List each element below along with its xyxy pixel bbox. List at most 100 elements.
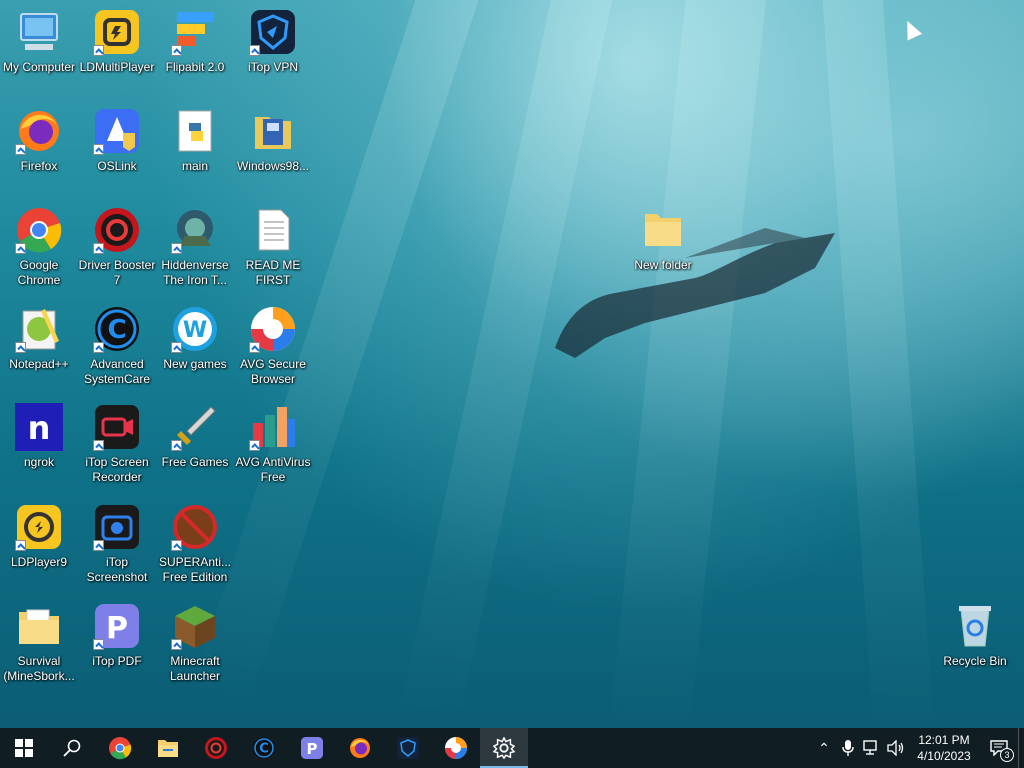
shortcut-arrow-icon xyxy=(249,342,260,353)
notification-badge: 3 xyxy=(1000,748,1014,762)
start-button[interactable] xyxy=(0,728,48,768)
desktop-icon-read-me-first[interactable]: READ ME FIRST xyxy=(234,206,312,288)
desktop-icon-google-chrome[interactable]: Google Chrome xyxy=(0,206,78,288)
shortcut-arrow-icon xyxy=(15,144,26,155)
desktop-icon-new-games[interactable]: W New games xyxy=(156,305,234,372)
icon-label: Advanced SystemCare xyxy=(83,357,151,386)
speaker-icon xyxy=(887,740,904,756)
shortcut-arrow-icon xyxy=(171,440,182,451)
taskbar-advanced-systemcare[interactable]: C xyxy=(240,728,288,768)
taskbar-firefox[interactable] xyxy=(336,728,384,768)
icon-label: My Computer xyxy=(2,60,76,74)
shortcut-arrow-icon xyxy=(93,440,104,451)
taskbar-file-explorer[interactable] xyxy=(144,728,192,768)
taskbar-settings[interactable] xyxy=(480,728,528,768)
hiddenverse-icon xyxy=(171,206,219,254)
icon-label: Google Chrome xyxy=(17,258,61,287)
icon-label: New games xyxy=(163,357,227,371)
icon-label: ngrok xyxy=(23,455,55,469)
firefox-icon xyxy=(350,738,370,758)
desktop-icon-driver-booster[interactable]: Driver Booster 7 xyxy=(78,206,156,288)
desktop-icon-ldplayer9[interactable]: LDPlayer9 xyxy=(0,503,78,570)
desktop-icon-recycle-bin[interactable]: Recycle Bin xyxy=(936,602,1014,669)
light-ray xyxy=(608,0,770,740)
desktop-icon-avg-secure-browser[interactable]: AVG Secure Browser xyxy=(234,305,312,387)
desktop-icon-hiddenverse[interactable]: Hiddenverse The Iron T... xyxy=(156,206,234,288)
desktop-icon-superantispyware[interactable]: SUPERAnti... Free Edition xyxy=(156,503,234,585)
desktop-icon-itop-screen-recorder[interactable]: iTop Screen Recorder xyxy=(78,403,156,485)
chrome-icon xyxy=(109,737,132,760)
svg-text:n: n xyxy=(28,409,51,447)
icon-label: New folder xyxy=(634,258,692,272)
ldplayer-icon xyxy=(15,503,63,551)
icon-label: main xyxy=(181,159,208,173)
desktop-icon-main[interactable]: main xyxy=(156,107,234,174)
flipabit-icon xyxy=(171,8,219,56)
shortcut-arrow-icon xyxy=(249,440,260,451)
itop-pdf-icon: P xyxy=(301,737,323,759)
superantispyware-icon xyxy=(171,503,219,551)
shortcut-arrow-icon xyxy=(15,540,26,551)
desktop-icon-new-folder[interactable]: New folder xyxy=(624,206,702,273)
icon-label: Flipabit 2.0 xyxy=(165,60,225,74)
search-button[interactable] xyxy=(48,728,96,768)
desktop-icon-minecraft-launcher[interactable]: Minecraft Launcher xyxy=(156,602,234,684)
minecraft-icon xyxy=(171,602,219,650)
svg-text:P: P xyxy=(106,611,128,646)
network-icon xyxy=(863,740,877,755)
shortcut-arrow-icon xyxy=(93,144,104,155)
icon-label: LDMultiPlayer xyxy=(79,60,155,74)
taskbar: C P ⌃ 12:01 PM 4/10/2023 3 xyxy=(0,728,1024,768)
icon-label: READ ME FIRST xyxy=(245,258,301,287)
python-file-icon xyxy=(171,107,219,155)
icon-label: iTop PDF xyxy=(92,654,142,668)
svg-text:W: W xyxy=(183,318,207,343)
taskbar-itop-pdf[interactable]: P xyxy=(288,728,336,768)
shortcut-arrow-icon xyxy=(93,45,104,56)
icon-label: Recycle Bin xyxy=(943,654,1007,668)
shortcut-arrow-icon xyxy=(171,45,182,56)
shortcut-arrow-icon xyxy=(171,342,182,353)
shortcut-arrow-icon xyxy=(171,540,182,551)
desktop-icon-free-games[interactable]: Free Games xyxy=(156,403,234,470)
desktop-icon-notepadpp[interactable]: Notepad++ xyxy=(0,305,78,372)
desktop-icon-ngrok[interactable]: n ngrok xyxy=(0,403,78,470)
taskbar-chrome[interactable] xyxy=(96,728,144,768)
desktop-icon-survival-folder[interactable]: Survival (MineSbork... xyxy=(0,602,78,684)
desktop-icon-firefox[interactable]: Firefox xyxy=(0,107,78,174)
desktop-icon-ldmultiplayer[interactable]: LDMultiPlayer xyxy=(78,8,156,75)
microphone-button[interactable] xyxy=(836,728,860,768)
show-desktop-button[interactable] xyxy=(1018,728,1024,768)
clock[interactable]: 12:01 PM 4/10/2023 xyxy=(908,732,980,764)
light-ray xyxy=(820,0,935,741)
firefox-icon xyxy=(15,107,63,155)
desktop-icon-itop-vpn[interactable]: iTop VPN xyxy=(234,8,312,75)
desktop-icon-itop-screenshot[interactable]: iTop Screenshot xyxy=(78,503,156,585)
desktop-icon-itop-pdf[interactable]: P iTop PDF xyxy=(78,602,156,669)
icon-label: iTop Screenshot xyxy=(86,555,148,584)
desktop-icon-flipabit[interactable]: Flipabit 2.0 xyxy=(156,8,234,75)
volume-button[interactable] xyxy=(884,728,908,768)
show-hidden-icons-button[interactable]: ⌃ xyxy=(812,728,836,768)
itop-pdf-icon: P xyxy=(93,602,141,650)
itop-vpn-icon xyxy=(397,737,419,759)
icon-label: Firefox xyxy=(20,159,58,173)
clock-date: 4/10/2023 xyxy=(917,749,971,763)
icon-label: AVG Secure Browser xyxy=(240,357,306,386)
taskbar-avg-browser[interactable] xyxy=(432,728,480,768)
shortcut-arrow-icon xyxy=(171,243,182,254)
icon-label: Windows98... xyxy=(236,159,310,173)
text-file-icon xyxy=(249,206,297,254)
network-button[interactable] xyxy=(860,728,884,768)
desktop-icon-advanced-systemcare[interactable]: C Advanced SystemCare xyxy=(78,305,156,387)
svg-text:C: C xyxy=(259,742,269,757)
desktop-icon-windows98[interactable]: Windows98... xyxy=(234,107,312,174)
desktop-icon-oslink[interactable]: OSLink xyxy=(78,107,156,174)
desktop-icon-avg-antivirus[interactable]: AVG AntiVirus Free xyxy=(234,403,312,485)
start-icon xyxy=(15,739,33,757)
desktop[interactable]: My Computer Firefox Google Chrome Notepa… xyxy=(0,0,1024,741)
desktop-icon-my-computer[interactable]: My Computer xyxy=(0,8,78,75)
action-center-button[interactable]: 3 xyxy=(980,728,1018,768)
taskbar-itop-vpn[interactable] xyxy=(384,728,432,768)
taskbar-driver-booster[interactable] xyxy=(192,728,240,768)
